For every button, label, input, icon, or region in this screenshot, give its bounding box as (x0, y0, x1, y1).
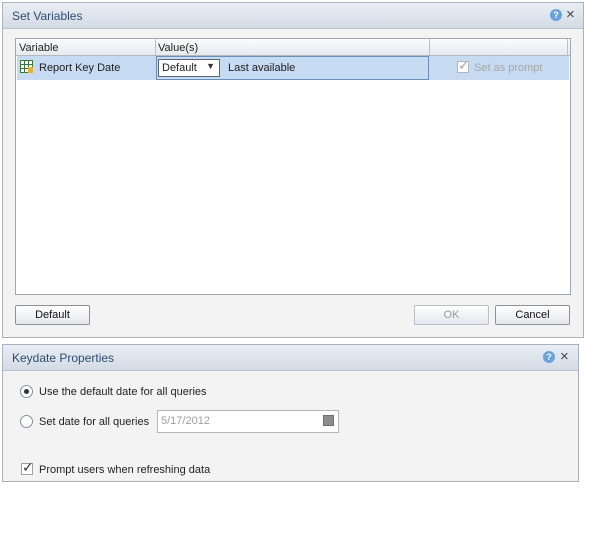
help-icon[interactable]: ? (543, 351, 555, 363)
keydate-titlebar: Keydate Properties ? × (3, 345, 578, 371)
set-date-radio[interactable] (20, 415, 33, 428)
calendar-icon[interactable] (323, 415, 334, 426)
close-icon[interactable]: × (566, 6, 575, 24)
variable-grid-icon (20, 60, 33, 73)
variables-table: Variable Value(s) Report Key Date Defaul… (15, 38, 571, 295)
ok-button[interactable]: OK (414, 305, 489, 325)
use-default-date-label: Use the default date for all queries (39, 386, 207, 398)
column-divider (155, 39, 156, 55)
radio-selected-dot (24, 389, 29, 394)
prompt-users-checkbox[interactable]: ✓ (21, 459, 34, 475)
prompt-users-label: Prompt users when refreshing data (39, 464, 211, 476)
column-divider (429, 39, 430, 55)
help-icon[interactable]: ? (550, 9, 562, 21)
check-icon: ✓ (458, 57, 470, 73)
table-header: Variable Value(s) (16, 39, 570, 56)
keydate-properties-dialog: Keydate Properties ? × Use the default d… (2, 344, 579, 482)
variable-name: Report Key Date (39, 62, 121, 74)
set-date-label: Set date for all queries (39, 416, 150, 428)
date-input[interactable]: 5/17/2012 (157, 410, 339, 433)
set-as-prompt-label: Set as prompt (474, 62, 543, 74)
use-default-date-radio[interactable] (20, 385, 33, 398)
check-icon: ✓ (22, 459, 34, 475)
date-value: 5/17/2012 (161, 415, 210, 427)
set-as-prompt-checkbox[interactable]: ✓ (457, 57, 470, 73)
value-select[interactable]: Default ▼ (158, 59, 220, 77)
default-button[interactable]: Default (15, 305, 90, 325)
set-variables-titlebar: Set Variables ? × (3, 3, 583, 29)
column-header-variable[interactable]: Variable (19, 42, 59, 54)
close-icon[interactable]: × (560, 348, 569, 366)
set-variables-title: Set Variables (12, 9, 83, 23)
column-header-values[interactable]: Value(s) (158, 42, 198, 54)
keydate-title: Keydate Properties (12, 351, 115, 365)
set-variables-dialog: Set Variables ? × Variable Value(s) Repo… (2, 2, 584, 338)
column-divider (567, 39, 568, 55)
chevron-down-icon: ▼ (206, 61, 215, 71)
value-select-current: Default (162, 62, 197, 74)
table-row[interactable]: Report Key Date Default ▼ Last available… (17, 56, 569, 80)
cancel-button[interactable]: Cancel (495, 305, 570, 325)
value-text: Last available (228, 62, 296, 74)
